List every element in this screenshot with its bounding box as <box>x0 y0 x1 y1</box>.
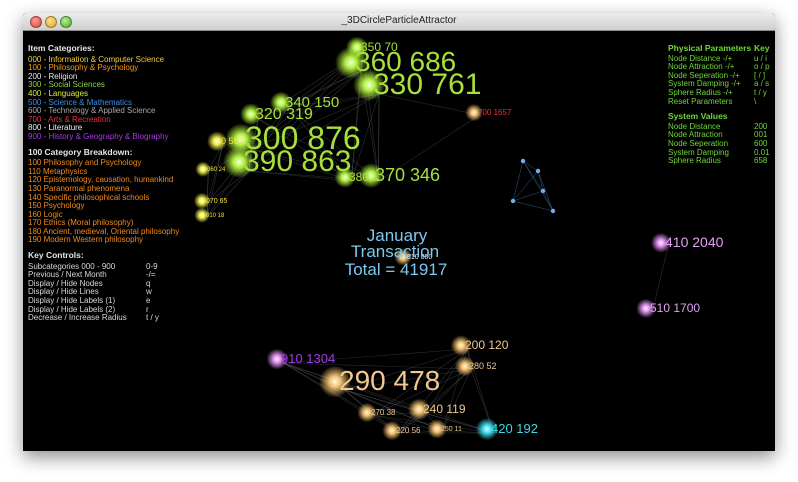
node-dot <box>510 198 516 204</box>
node-label: 290 478 <box>339 365 440 396</box>
parameter-key: \ <box>754 96 757 106</box>
system-values-heading: System Values <box>668 111 728 122</box>
network-line <box>512 200 554 212</box>
node-label: 370 346 <box>375 165 440 185</box>
node-dot <box>550 208 556 214</box>
parameter-row: Reset Parameters \ <box>668 96 773 107</box>
key-heading: Key <box>754 43 770 53</box>
node-label: 910 1304 <box>281 351 335 366</box>
node-label: 420 192 <box>491 421 538 436</box>
right-info-panel: Physical Parameters Key Node Distance -/… <box>668 44 773 166</box>
node-label: 240 119 <box>423 402 466 416</box>
system-value-row: Sphere Radius 658 <box>668 157 773 166</box>
visualization-canvas[interactable]: 350 70 360 686 340 150 330 761 320 319 300 87… <box>23 31 775 451</box>
network-line <box>512 190 544 202</box>
network-line <box>537 170 544 192</box>
network-line <box>522 160 554 212</box>
key-control-label: Decrease / Increase Radius <box>28 313 127 323</box>
network-line <box>442 368 472 432</box>
network-line <box>522 160 539 172</box>
center-summary: January Transaction Total = 41917 <box>345 226 448 279</box>
system-value-label: Sphere Radius <box>668 156 721 166</box>
left-info-panel: Item Categories: 000 - Information & Com… <box>28 44 218 323</box>
node-label: 380 1 <box>349 170 379 184</box>
node-label: 200 120 <box>465 338 509 352</box>
node-dot <box>520 158 526 164</box>
node-label: 330 761 <box>373 68 481 101</box>
node-label: 280 52 <box>469 361 497 371</box>
breakdown-heading: 100 Category Breakdown: <box>28 146 133 157</box>
key-controls-list: Subcategories 000 - 900 0-9 Previous / Nex… <box>28 262 218 323</box>
physical-parameters-header: Physical Parameters Key <box>668 44 773 53</box>
category-item: 900 - History & Geography & Biography <box>28 131 169 141</box>
node-label: 510 1700 <box>650 301 700 315</box>
node-label: 250 11 <box>441 426 462 433</box>
center-transaction: Transaction <box>351 242 439 261</box>
node-label: 270 38 <box>371 408 396 417</box>
key-control-key: t / y <box>146 313 159 323</box>
physical-parameters-list: Node Distance -/+ u / i Node Attraction -/… <box>668 54 773 107</box>
node-dot <box>540 188 546 194</box>
item-categories-list: 000 - Information & Computer Science 100 … <box>28 55 218 142</box>
node-label: 410 2040 <box>665 234 724 250</box>
network-line <box>537 170 554 212</box>
system-values-list: Node Distance 200 Node Attraction 001 Node S… <box>668 122 773 166</box>
node-label: 700 1657 <box>478 108 512 117</box>
parameter-label: Reset Parameters <box>668 96 733 106</box>
node-label: 390 863 <box>243 145 351 178</box>
title-bar[interactable]: _3DCircleParticleAttractor <box>23 13 775 31</box>
key-control-row: Decrease / Increase Radius t / y <box>28 314 218 323</box>
node-label: 0 581 <box>221 136 244 146</box>
key-controls-heading: Key Controls: <box>28 250 84 261</box>
node-dot <box>535 168 541 174</box>
item-categories-heading: Item Categories: <box>28 43 95 53</box>
breakdown-list: 100 Philosophy and Psychology 110 Metaphy… <box>28 159 218 245</box>
center-total: Total = 41917 <box>345 260 448 279</box>
breakdown-item: 190 Modern Western philosophy <box>28 235 144 245</box>
system-value: 658 <box>754 156 768 166</box>
node-label: 220 56 <box>396 426 421 435</box>
network-line <box>542 190 554 212</box>
physical-parameters-heading: Physical Parameters <box>668 43 752 53</box>
window-title: _3DCircleParticleAttractor <box>341 15 457 26</box>
app-window: _3DCircleParticleAttractor 350 70 360 686… <box>23 13 775 451</box>
